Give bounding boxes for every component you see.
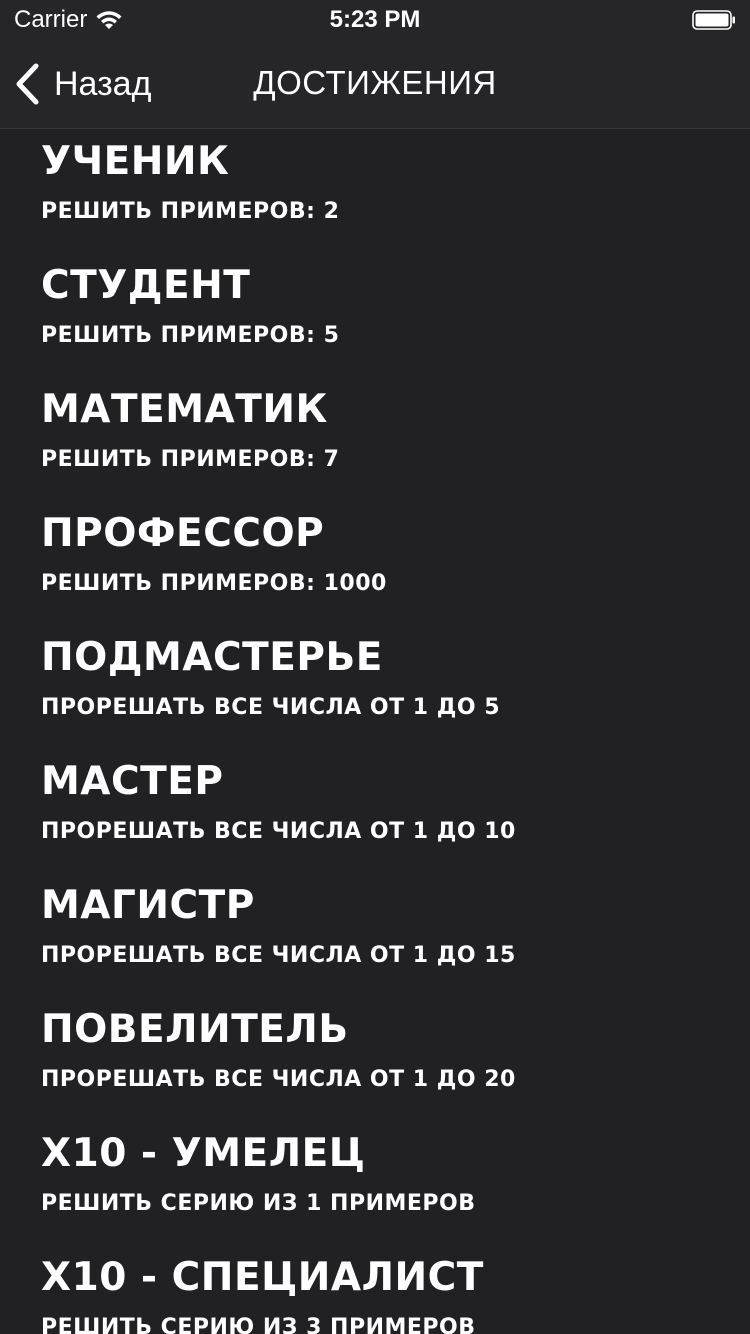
achievement-description: РЕШИТЬ СЕРИЮ ИЗ 3 ПРИМЕРОВ — [41, 1315, 476, 1334]
achievement-title: СТУДЕНТ — [41, 263, 251, 308]
achievement-title: X10 - СПЕЦИАЛИСТ — [41, 1255, 484, 1300]
achievement-title: ПОДМАСТЕРЬЕ — [41, 635, 383, 680]
achievements-list[interactable]: УЧЕНИК РЕШИТЬ ПРИМЕРОВ: 2 СТУДЕНТ РЕШИТЬ… — [0, 129, 750, 1334]
achievement-description: ПРОРЕШАТЬ ВСЕ ЧИСЛА ОТ 1 ДО 20 — [41, 1067, 516, 1092]
navigation-bar: Назад ДОСТИЖЕНИЯ — [0, 40, 750, 129]
achievement-description: ПРОРЕШАТЬ ВСЕ ЧИСЛА ОТ 1 ДО 10 — [41, 819, 516, 844]
achievement-item[interactable]: МАГИСТР ПРОРЕШАТЬ ВСЕ ЧИСЛА ОТ 1 ДО 15 — [0, 873, 750, 997]
status-bar: Carrier 5:23 PM — [0, 0, 750, 40]
achievement-description: РЕШИТЬ ПРИМЕРОВ: 2 — [41, 199, 340, 224]
achievement-item[interactable]: ПРОФЕССОР РЕШИТЬ ПРИМЕРОВ: 1000 — [0, 501, 750, 625]
achievement-item[interactable]: МАТЕМАТИК РЕШИТЬ ПРИМЕРОВ: 7 — [0, 377, 750, 501]
achievement-description: ПРОРЕШАТЬ ВСЕ ЧИСЛА ОТ 1 ДО 5 — [41, 695, 501, 720]
achievement-item[interactable]: УЧЕНИК РЕШИТЬ ПРИМЕРОВ: 2 — [0, 129, 750, 253]
achievement-description: РЕШИТЬ ПРИМЕРОВ: 5 — [41, 323, 340, 348]
achievement-description: РЕШИТЬ СЕРИЮ ИЗ 1 ПРИМЕРОВ — [41, 1191, 476, 1216]
achievement-title: X10 - УМЕЛЕЦ — [41, 1131, 366, 1176]
achievement-description: РЕШИТЬ ПРИМЕРОВ: 1000 — [41, 571, 387, 596]
achievement-title: МАСТЕР — [41, 759, 224, 804]
achievement-item[interactable]: X10 - УМЕЛЕЦ РЕШИТЬ СЕРИЮ ИЗ 1 ПРИМЕРОВ — [0, 1121, 750, 1245]
battery-icon — [692, 10, 735, 30]
status-time: 5:23 PM — [329, 6, 421, 33]
achievement-item[interactable]: ПОДМАСТЕРЬЕ ПРОРЕШАТЬ ВСЕ ЧИСЛА ОТ 1 ДО … — [0, 625, 750, 749]
achievement-title: МАТЕМАТИК — [41, 387, 328, 432]
achievement-title: ПОВЕЛИТЕЛЬ — [41, 1007, 349, 1052]
page-title: ДОСТИЖЕНИЯ — [253, 64, 497, 101]
achievement-item[interactable]: МАСТЕР ПРОРЕШАТЬ ВСЕ ЧИСЛА ОТ 1 ДО 10 — [0, 749, 750, 873]
achievement-title: МАГИСТР — [41, 883, 255, 928]
achievement-title: УЧЕНИК — [41, 139, 230, 184]
achievement-item[interactable]: X10 - СПЕЦИАЛИСТ РЕШИТЬ СЕРИЮ ИЗ 3 ПРИМЕ… — [0, 1245, 750, 1334]
achievement-description: РЕШИТЬ ПРИМЕРОВ: 7 — [41, 447, 340, 472]
achievement-title: ПРОФЕССОР — [41, 511, 325, 556]
achievement-description: ПРОРЕШАТЬ ВСЕ ЧИСЛА ОТ 1 ДО 15 — [41, 943, 516, 968]
achievement-item[interactable]: ПОВЕЛИТЕЛЬ ПРОРЕШАТЬ ВСЕ ЧИСЛА ОТ 1 ДО 2… — [0, 997, 750, 1121]
achievement-item[interactable]: СТУДЕНТ РЕШИТЬ ПРИМЕРОВ: 5 — [0, 253, 750, 377]
